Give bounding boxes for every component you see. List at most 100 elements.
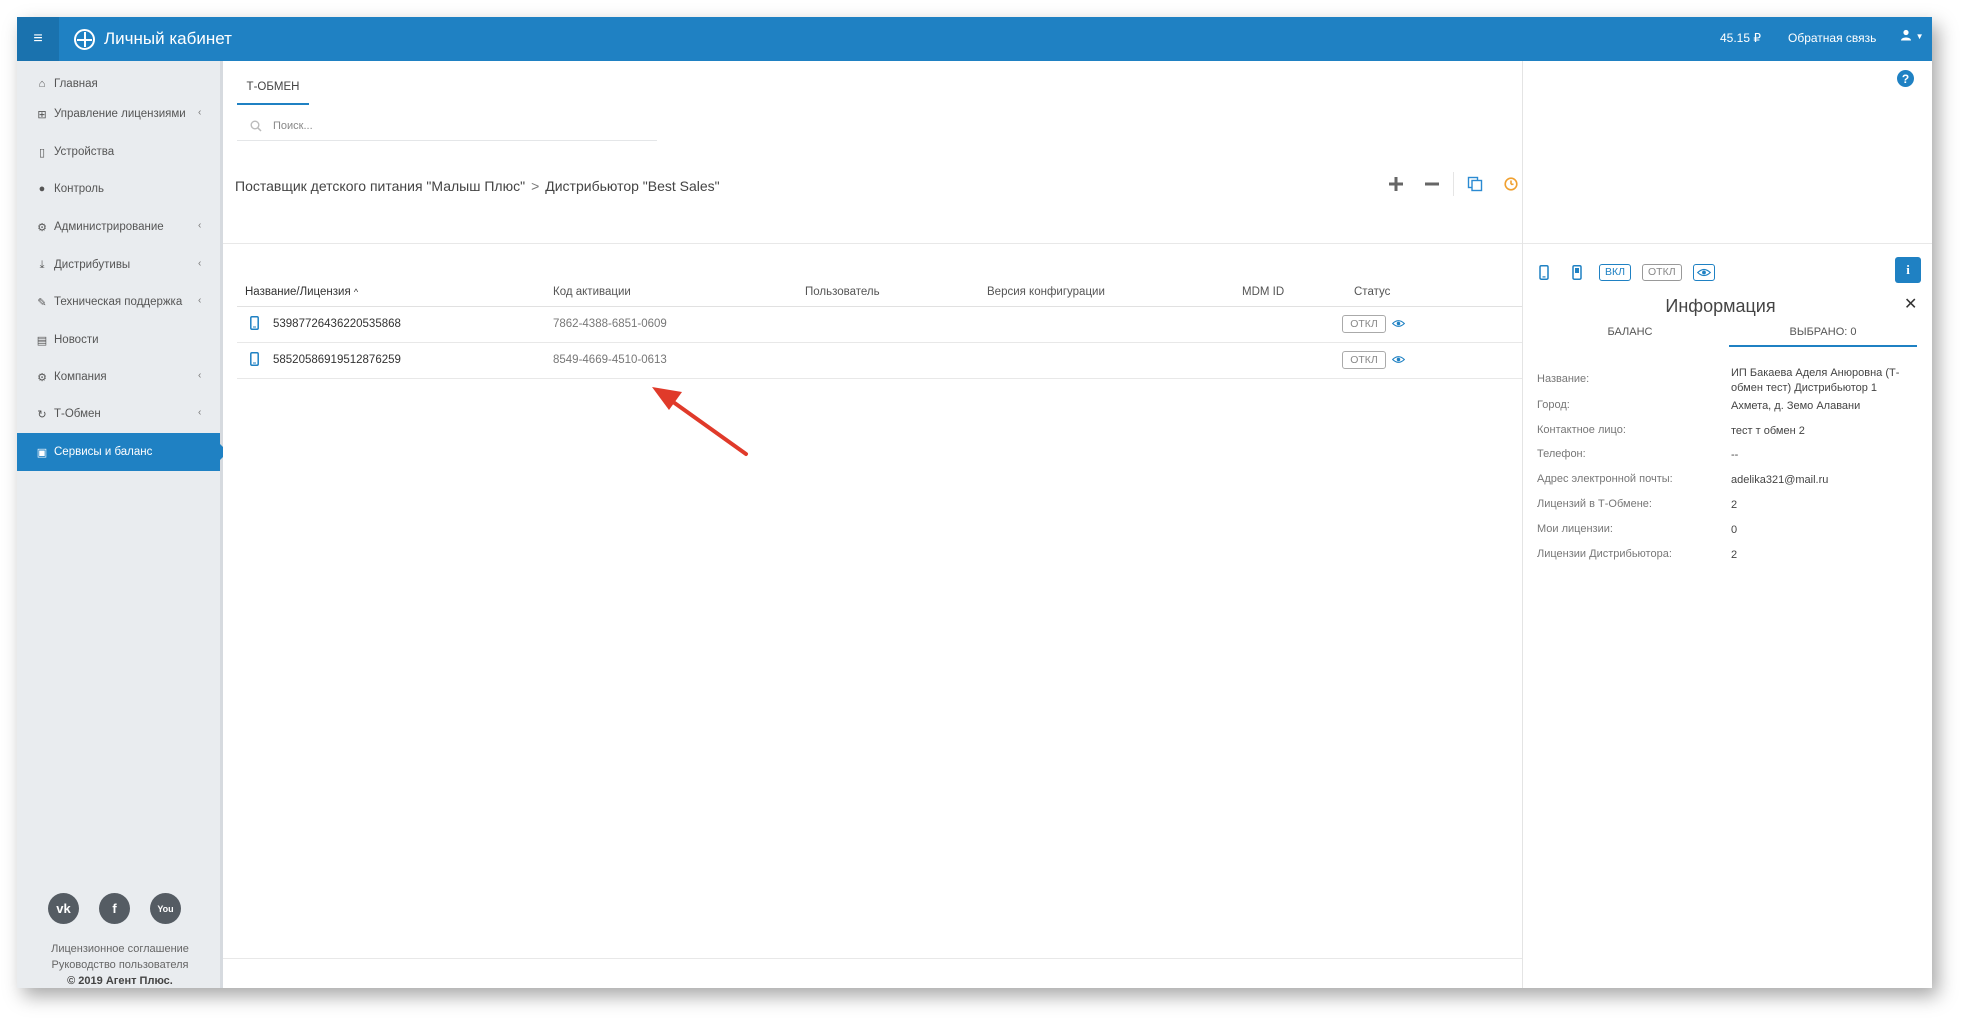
sidebar-item-label: Главная: [54, 78, 98, 90]
sidebar-item-10[interactable]: ↻ Т-Обмен ‹: [17, 395, 223, 433]
info-field-label: Лицензии Дистрибьютора:: [1537, 548, 1672, 560]
chevron-left-icon: ‹: [198, 407, 202, 418]
info-field-value: ИП Бакаева Аделя Анюровна (Т-обмен тест)…: [1731, 367, 1900, 394]
sidebar-item-7[interactable]: ✎ Техническая поддержка ‹: [17, 283, 223, 321]
sidebar-item-label: Администрирование: [54, 221, 164, 233]
enable-button[interactable]: ВКЛ: [1599, 263, 1632, 281]
breadcrumb: Поставщик детского питания "Малыш Плюс" …: [235, 178, 720, 194]
gear-icon: ⚙: [37, 371, 47, 384]
device-button[interactable]: [1533, 261, 1555, 283]
user-menu-button[interactable]: ▼: [1900, 29, 1924, 44]
sidebar-item-label: Контроль: [54, 183, 104, 195]
cogs-icon: ⚙: [37, 221, 47, 234]
status-badge[interactable]: ОТКЛ: [1342, 351, 1386, 369]
table-row[interactable]: 53987726436220535868 7862-4388-6851-0609 О…: [237, 307, 1522, 343]
sort-asc-icon: ^: [353, 287, 359, 297]
sidebar-item-3[interactable]: ▯ Устройства: [17, 133, 223, 171]
facebook-icon[interactable]: f: [99, 893, 130, 924]
eye-icon[interactable]: [1392, 355, 1405, 364]
info-field-label: Город:: [1537, 399, 1570, 411]
status-badge[interactable]: ОТКЛ: [1342, 315, 1386, 333]
info-field-label: Название:: [1537, 373, 1590, 385]
hamburger-icon: ≡: [33, 30, 43, 47]
sidebar-item-6[interactable]: ⤓ Дистрибутивы ‹: [17, 246, 223, 284]
chevron-left-icon: ‹: [198, 107, 202, 118]
column-header-code[interactable]: Код активации: [553, 286, 631, 298]
column-header-mdm[interactable]: MDM ID: [1242, 286, 1284, 298]
info-field-value: 2: [1731, 499, 1738, 511]
copy-button[interactable]: [1457, 169, 1493, 199]
license-number: 58520586919512876259: [273, 354, 401, 366]
help-icon[interactable]: ?: [1897, 70, 1914, 87]
caret-down-icon: ▼: [1915, 32, 1924, 41]
user-icon: [1901, 29, 1911, 41]
tab-t-obmen[interactable]: Т-ОБМЕН: [237, 81, 309, 105]
disable-button[interactable]: ОТКЛ: [1642, 263, 1682, 281]
sidebar-item-11[interactable]: ▣ Сервисы и баланс: [17, 433, 228, 471]
youtube-icon[interactable]: You: [150, 893, 181, 924]
download-icon: ⤓: [39, 258, 45, 271]
column-header-user[interactable]: Пользователь: [805, 286, 880, 298]
info-field-label: Телефон:: [1537, 448, 1586, 460]
refresh-icon: ↻: [37, 408, 47, 421]
breadcrumb-supplier[interactable]: Поставщик детского питания "Малыш Плюс": [235, 178, 525, 194]
wrench-icon: ✎: [37, 296, 47, 309]
eye-icon[interactable]: [1392, 319, 1405, 328]
sidebar-footer: Лицензионное соглашение Руководство поль…: [17, 941, 223, 988]
panel-divider: [1523, 243, 1932, 244]
search-icon: [250, 120, 262, 132]
sidebar-item-4[interactable]: ● Контроль: [17, 170, 223, 208]
table-header: Название/Лицензия ^ Код активации Пользо…: [237, 283, 1522, 307]
remove-button[interactable]: [1414, 169, 1450, 199]
main-toolbar: [1378, 169, 1529, 199]
menu-toggle-button[interactable]: ≡: [17, 17, 59, 61]
info-field-value: adelika321@mail.ru: [1731, 474, 1829, 486]
license-agreement-link[interactable]: Лицензионное соглашение: [17, 941, 223, 957]
sidebar-item-8[interactable]: ▤ Новости: [17, 321, 223, 359]
sidebar-item-9[interactable]: ⚙ Компания ‹: [17, 358, 223, 396]
tab-balance[interactable]: БАЛАНС: [1533, 319, 1727, 347]
balance-amount[interactable]: 45.15 ₽: [1720, 31, 1761, 45]
search-box: [237, 111, 657, 141]
search-input[interactable]: [273, 119, 653, 132]
breadcrumb-distributor[interactable]: Дистрибьютор "Best Sales": [545, 178, 719, 194]
table-row[interactable]: 58520586919512876259 8549-4669-4510-0613 О…: [237, 343, 1522, 379]
clock-icon: [1504, 177, 1518, 191]
sidebar-item-5[interactable]: ⚙ Администрирование ‹: [17, 208, 223, 246]
info-icon[interactable]: i: [1895, 257, 1921, 283]
brand[interactable]: Личный кабинет: [74, 26, 232, 52]
chevron-left-icon: ‹: [198, 258, 202, 269]
app-window: ≡ Личный кабинет 45.15 ₽ Обратная связь …: [17, 17, 1932, 988]
add-button[interactable]: [1378, 169, 1414, 199]
sidebar-item-2[interactable]: ⊞ Управление лицензиями ‹: [17, 95, 223, 133]
column-header-license[interactable]: Название/Лицензия ^: [245, 286, 358, 298]
mobile-icon: ▯: [38, 146, 46, 159]
logo-icon: [74, 28, 95, 50]
feedback-link[interactable]: Обратная связь: [1788, 31, 1876, 45]
device-detail-button[interactable]: [1566, 261, 1588, 283]
vk-icon[interactable]: vk: [48, 893, 79, 924]
newspaper-icon: ▤: [36, 334, 48, 347]
breadcrumb-separator: >: [531, 178, 540, 194]
column-header-version[interactable]: Версия конфигурации: [987, 286, 1105, 298]
info-field-value: тест т обмен 2: [1731, 425, 1805, 437]
footer-divider: [223, 958, 1522, 959]
sidebar-item-label: Т-Обмен: [54, 408, 101, 420]
column-header-status[interactable]: Статус: [1354, 286, 1390, 298]
sitemap-icon: ⊞: [37, 108, 47, 121]
user-manual-link[interactable]: Руководство пользователя: [17, 957, 223, 973]
social-links: vk f You: [48, 893, 181, 924]
tab-selected[interactable]: ВЫБРАНО: 0: [1729, 319, 1917, 347]
mobile-icon: [1539, 264, 1549, 280]
chevron-left-icon: ‹: [198, 220, 202, 231]
toolbar-divider: [1453, 172, 1454, 196]
info-field-label: Адрес электронной почты:: [1537, 473, 1673, 485]
view-button[interactable]: [1692, 263, 1715, 281]
section-divider: [223, 243, 1522, 244]
sidebar-item-label: Дистрибутивы: [54, 259, 131, 271]
info-field-label: Мои лицензии:: [1537, 523, 1613, 535]
close-icon[interactable]: ✕: [1904, 294, 1917, 314]
sidebar-item-label: Компания: [54, 371, 107, 383]
top-bar: ≡ Личный кабинет 45.15 ₽ Обратная связь …: [17, 17, 1932, 61]
minus-icon: [1425, 182, 1439, 186]
